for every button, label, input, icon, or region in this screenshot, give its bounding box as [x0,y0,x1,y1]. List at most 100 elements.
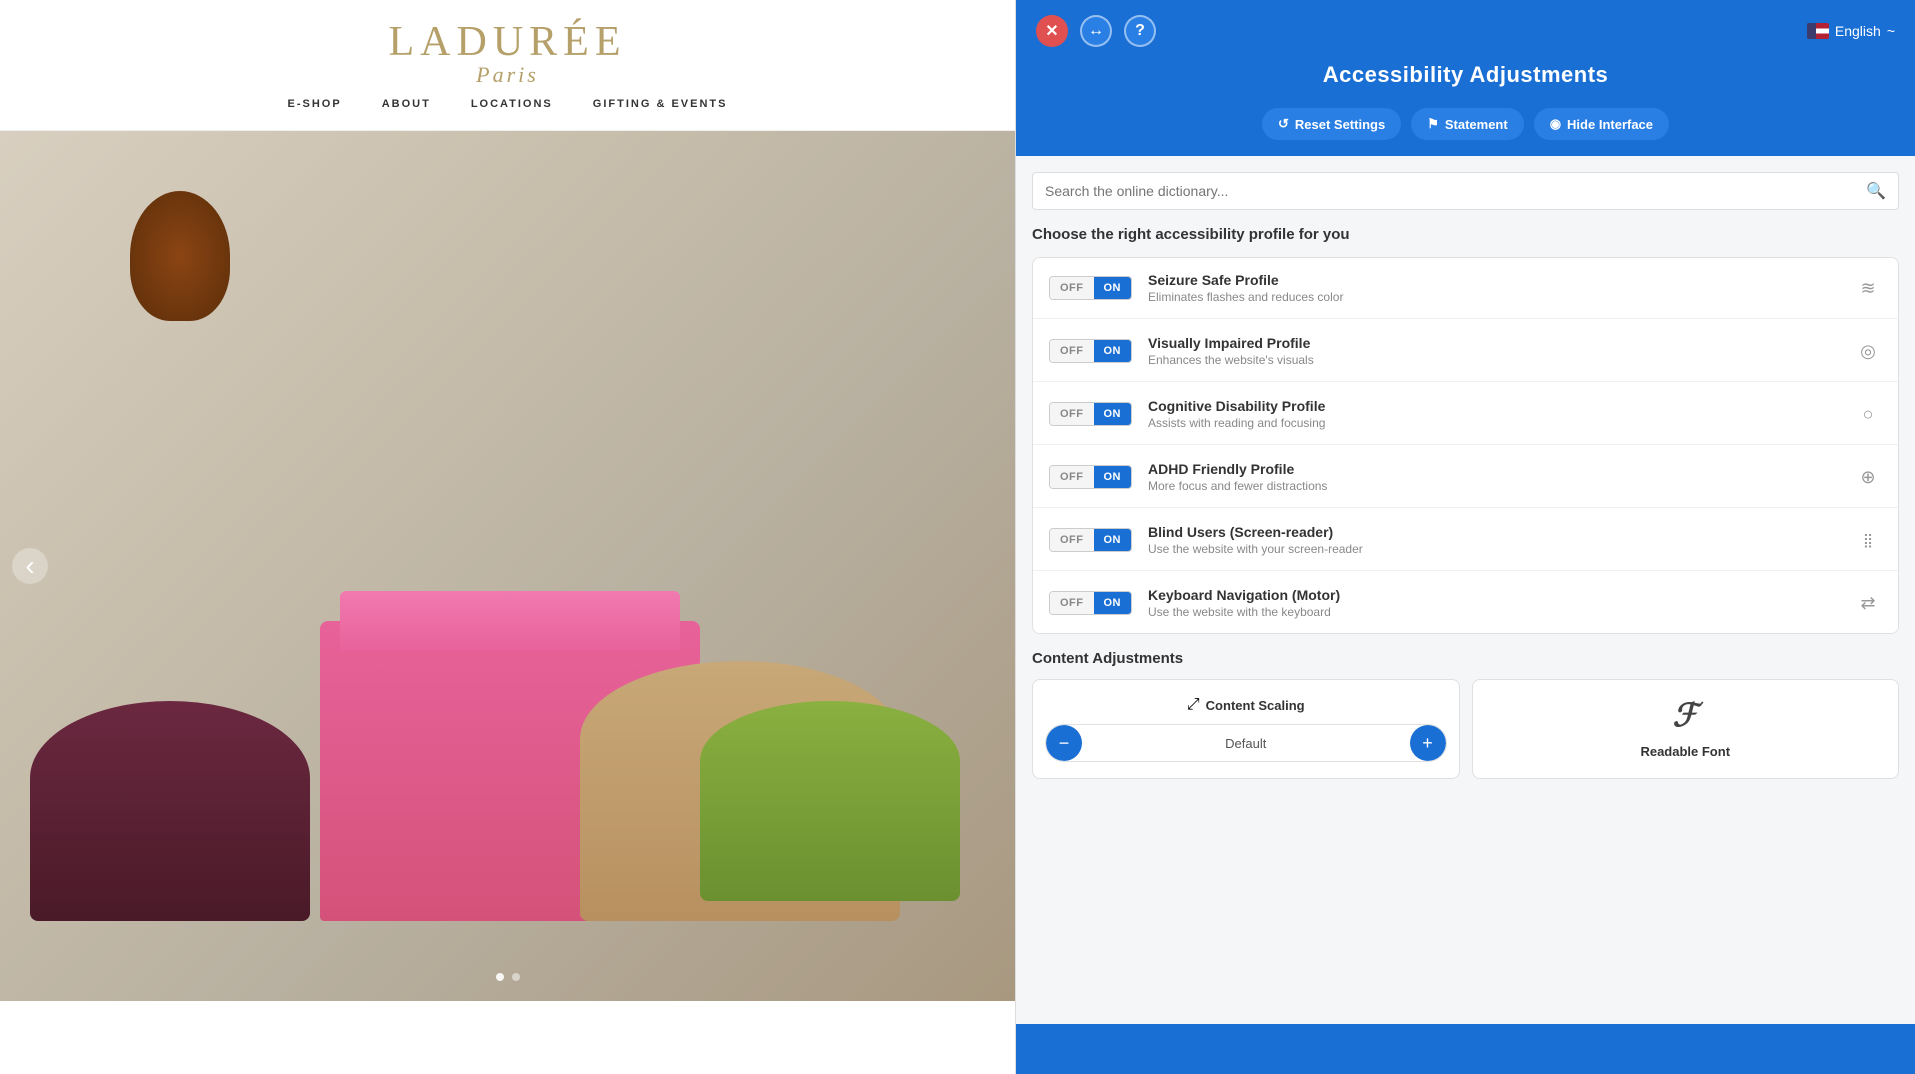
visually-impaired-toggle-off[interactable]: OFF [1050,340,1094,362]
adhd-profile-desc: More focus and fewer distractions [1148,479,1846,493]
help-button[interactable]: ? [1124,15,1156,47]
seizure-toggle[interactable]: OFF ON [1049,276,1132,300]
seizure-profile-info: Seizure Safe Profile Eliminates flashes … [1148,272,1846,304]
close-button[interactable]: ✕ [1036,15,1068,47]
keyboard-toggle-on[interactable]: ON [1094,592,1132,614]
adhd-toggle-off[interactable]: OFF [1050,466,1094,488]
cognitive-profile-info: Cognitive Disability Profile Assists wit… [1148,398,1846,430]
nav-eshop[interactable]: E-SHOP [288,98,342,110]
panel-body: 🔍 Choose the right accessibility profile… [1016,156,1915,1024]
seizure-profile-name: Seizure Safe Profile [1148,272,1846,288]
panel-header-controls: ✕ ↔ ? [1036,15,1156,47]
cognitive-toggle-off[interactable]: OFF [1050,403,1094,425]
readable-font-title: Readable Font [1640,744,1730,759]
nav-about[interactable]: ABOUT [382,98,431,110]
visually-impaired-toggle-on[interactable]: ON [1094,340,1132,362]
adhd-profile-icon: ⊕ [1854,463,1882,491]
cognitive-toggle[interactable]: OFF ON [1049,402,1132,426]
visually-impaired-profile-icon: ◎ [1854,337,1882,365]
readable-font-card: ℱ Readable Font [1472,679,1900,779]
keyboard-profile-name: Keyboard Navigation (Motor) [1148,587,1846,603]
hide-interface-button[interactable]: ◉ Hide Interface [1534,108,1669,140]
adhd-toggle[interactable]: OFF ON [1049,465,1132,489]
site-nav: E-SHOP ABOUT LOCATIONS GIFTING & EVENTS [0,88,1015,120]
panel-actions: ↺ Reset Settings ⚑ Statement ◉ Hide Inte… [1016,108,1915,156]
search-button[interactable]: 🔍 [1866,181,1886,201]
visually-impaired-profile-name: Visually Impaired Profile [1148,335,1846,351]
profile-item-keyboard: OFF ON Keyboard Navigation (Motor) Use t… [1033,573,1898,633]
panel-title: Accessibility Adjustments [1016,62,1915,88]
content-adjustments-title: Content Adjustments [1032,650,1899,667]
panel-title-bar: Accessibility Adjustments [1016,62,1915,108]
cognitive-profile-name: Cognitive Disability Profile [1148,398,1846,414]
carousel-prev-button[interactable]: ‹ [12,548,48,584]
visually-impaired-toggle[interactable]: OFF ON [1049,339,1132,363]
scaling-value: Default [1082,736,1410,751]
nav-locations[interactable]: LOCATIONS [471,98,553,110]
seizure-toggle-off[interactable]: OFF [1050,277,1094,299]
adhd-profile-info: ADHD Friendly Profile More focus and few… [1148,461,1846,493]
hide-label: Hide Interface [1567,117,1653,132]
content-adjustments-grid: ⤢ Content Scaling − Default + ℱ Readable… [1032,679,1899,779]
reset-icon: ↺ [1278,116,1289,132]
panel-header: ✕ ↔ ? English ~ [1016,0,1915,62]
panel-footer [1016,1024,1915,1074]
blind-toggle-on[interactable]: ON [1094,529,1132,551]
visually-impaired-profile-desc: Enhances the website's visuals [1148,353,1846,367]
readable-font-icon: ℱ [1673,696,1698,734]
statement-icon: ⚑ [1427,116,1439,132]
blind-toggle-off[interactable]: OFF [1050,529,1094,551]
pinecone-decoration [130,191,230,321]
cognitive-profile-icon: ○ [1854,400,1882,428]
nav-gifting[interactable]: GIFTING & EVENTS [593,98,728,110]
seizure-toggle-on[interactable]: ON [1094,277,1132,299]
keyboard-profile-icon: ⇄ [1854,589,1882,617]
language-label: English [1835,23,1881,39]
scaling-icon: ⤢ [1187,696,1200,714]
scaling-title: Content Scaling [1206,698,1305,713]
cake-dark [30,701,310,921]
cognitive-profile-desc: Assists with reading and focusing [1148,416,1846,430]
statement-label: Statement [1445,117,1508,132]
adhd-profile-name: ADHD Friendly Profile [1148,461,1846,477]
seizure-profile-desc: Eliminates flashes and reduces color [1148,290,1846,304]
back-button[interactable]: ↔ [1080,15,1112,47]
profile-item-visually-impaired: OFF ON Visually Impaired Profile Enhance… [1033,321,1898,382]
site-header: LADURÉE Paris E-SHOP ABOUT LOCATIONS GIF… [0,0,1015,131]
profiles-section-title: Choose the right accessibility profile f… [1032,226,1899,243]
keyboard-profile-info: Keyboard Navigation (Motor) Use the webs… [1148,587,1846,619]
language-selector[interactable]: English ~ [1807,23,1895,39]
adhd-toggle-on[interactable]: ON [1094,466,1132,488]
scaling-increase-button[interactable]: + [1410,725,1446,761]
seizure-profile-icon: ≋ [1854,274,1882,302]
keyboard-profile-desc: Use the website with the keyboard [1148,605,1846,619]
profile-item-cognitive: OFF ON Cognitive Disability Profile Assi… [1033,384,1898,445]
blind-profile-name: Blind Users (Screen-reader) [1148,524,1846,540]
carousel-dot-2[interactable] [512,973,520,981]
statement-button[interactable]: ⚑ Statement [1411,108,1524,140]
blind-toggle[interactable]: OFF ON [1049,528,1132,552]
content-scaling-card: ⤢ Content Scaling − Default + [1032,679,1460,779]
carousel-dots [496,973,520,981]
scaling-decrease-button[interactable]: − [1046,725,1082,761]
hero-image: ❄ ‹ [0,131,1015,1001]
blind-profile-icon: ⣿ [1854,526,1882,554]
site-logo: LADURÉE [0,18,1015,66]
cognitive-toggle-on[interactable]: ON [1094,403,1132,425]
profile-list: OFF ON Seizure Safe Profile Eliminates f… [1032,257,1899,634]
keyboard-toggle[interactable]: OFF ON [1049,591,1132,615]
language-caret: ~ [1887,23,1895,39]
blind-profile-desc: Use the website with your screen-reader [1148,542,1846,556]
website-area: LADURÉE Paris E-SHOP ABOUT LOCATIONS GIF… [0,0,1015,1074]
profile-item-seizure: OFF ON Seizure Safe Profile Eliminates f… [1033,258,1898,319]
search-bar: 🔍 [1032,172,1899,210]
profile-item-blind: OFF ON Blind Users (Screen-reader) Use t… [1033,510,1898,571]
visually-impaired-profile-info: Visually Impaired Profile Enhances the w… [1148,335,1846,367]
flag-icon [1807,23,1829,39]
site-logo-sub: Paris [0,62,1015,88]
dictionary-search-input[interactable] [1045,183,1866,199]
keyboard-toggle-off[interactable]: OFF [1050,592,1094,614]
hide-icon: ◉ [1550,116,1561,132]
carousel-dot-1[interactable] [496,973,504,981]
reset-settings-button[interactable]: ↺ Reset Settings [1262,108,1401,140]
